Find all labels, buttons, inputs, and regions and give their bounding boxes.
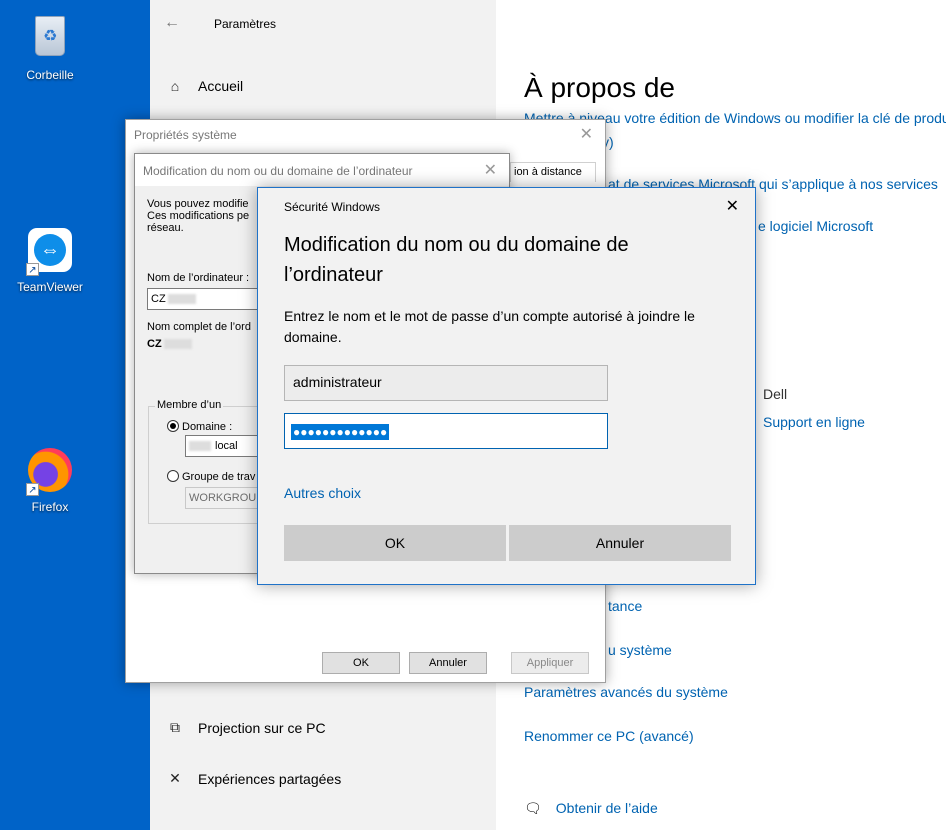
username-input[interactable]: administrateur (284, 365, 608, 401)
close-icon[interactable]: ✕ (484, 160, 497, 180)
help-link[interactable]: 🗨 Obtenir de l’aide (524, 800, 658, 817)
back-arrow-icon[interactable]: ← (164, 14, 180, 32)
apply-button[interactable]: Appliquer (511, 652, 589, 674)
password-input[interactable]: ●●●●●●●●●●●●● (284, 413, 608, 449)
password-mask: ●●●●●●●●●●●●● (291, 424, 390, 440)
nav-item-label: Accueil (198, 78, 244, 94)
close-icon[interactable]: ✕ (726, 196, 739, 216)
ok-button[interactable]: OK (322, 652, 400, 674)
help-chat-icon: 🗨 (524, 800, 542, 816)
computer-name-label: Nom de l’ordinateur : (147, 272, 250, 284)
nav-item-label: Projection sur ce PC (198, 719, 326, 736)
cancel-button[interactable]: Annuler (509, 525, 731, 561)
full-name-label: Nom complet de l’ord (147, 321, 251, 333)
shortcut-arrow-icon: ↗ (26, 483, 39, 496)
dialog-header: Modification du nom ou du domaine de l’o… (135, 154, 509, 186)
cancel-button[interactable]: Annuler (409, 652, 487, 674)
tab-remote[interactable]: ion à distance (510, 162, 596, 182)
shortcut-arrow-icon: ↗ (26, 263, 39, 276)
rename-pc-link[interactable]: Renommer ce PC (avancé) (524, 728, 694, 744)
group-legend: Membre d’un (155, 399, 224, 411)
desktop-icon-recycle-bin[interactable]: Corbeille (10, 12, 90, 82)
desktop-icon-firefox[interactable]: ↗ Firefox (10, 448, 90, 514)
desktop-icon-teamviewer[interactable]: ⇔ ↗ TeamViewer (10, 228, 90, 294)
manufacturer: Dell (763, 386, 788, 402)
nav-item-label: Expériences partagées (198, 770, 342, 787)
windows-security-dialog: Sécurité Windows ✕ Modification du nom o… (257, 187, 756, 585)
other-choices-link[interactable]: Autres choix (284, 485, 361, 501)
window-title: Propriétés système (134, 128, 237, 142)
desktop-icon-label: Firefox (31, 500, 69, 514)
remote-settings-link[interactable]: tance (608, 598, 642, 614)
dialog-title: Modification du nom ou du domaine de l’o… (143, 164, 413, 178)
support-online-link[interactable]: Support en ligne (763, 414, 865, 430)
home-icon: ⌂ (170, 78, 180, 94)
workgroup-label: Groupe de trav (182, 471, 256, 483)
desktop-icon-label: Corbeille (26, 68, 74, 82)
app-title: Paramètres (214, 17, 277, 31)
domain-label: Domaine : (182, 421, 233, 433)
settings-title-bar: ← Paramètres (150, 0, 496, 52)
projection-icon: ⧉ (170, 719, 180, 735)
full-name-value: CZ (147, 338, 192, 350)
dialog-title: Sécurité Windows (284, 200, 381, 214)
nav-item-projection[interactable]: ⧉ Projection sur ce PC (164, 719, 326, 736)
intro-line: Ces modifications pe (147, 210, 250, 222)
workgroup-radio[interactable] (167, 470, 179, 482)
nav-item-shared[interactable]: ✕ Expériences partagées (164, 770, 341, 787)
dialog-description: Entrez le nom et le mot de passe d’un co… (284, 308, 695, 345)
shared-experiences-icon: ✕ (169, 770, 181, 786)
ok-button[interactable]: OK (284, 525, 506, 561)
recycle-bin-icon (35, 16, 65, 56)
intro-line: Vous pouvez modifie (147, 198, 249, 210)
software-license-link[interactable]: e logiciel Microsoft (758, 218, 873, 234)
nav-item-home[interactable]: ⌂ Accueil (164, 78, 243, 94)
close-icon[interactable]: ✕ (580, 124, 593, 144)
dialog-heading: Modification du nom ou du domaine de l’o… (284, 234, 629, 286)
domain-radio[interactable] (167, 420, 179, 432)
advanced-settings-link[interactable]: Paramètres avancés du système (524, 684, 728, 700)
desktop-icon-label: TeamViewer (17, 280, 83, 294)
page-title: À propos de (524, 72, 675, 103)
system-protection-link[interactable]: u système (608, 642, 672, 658)
intro-line: réseau. (147, 222, 184, 234)
